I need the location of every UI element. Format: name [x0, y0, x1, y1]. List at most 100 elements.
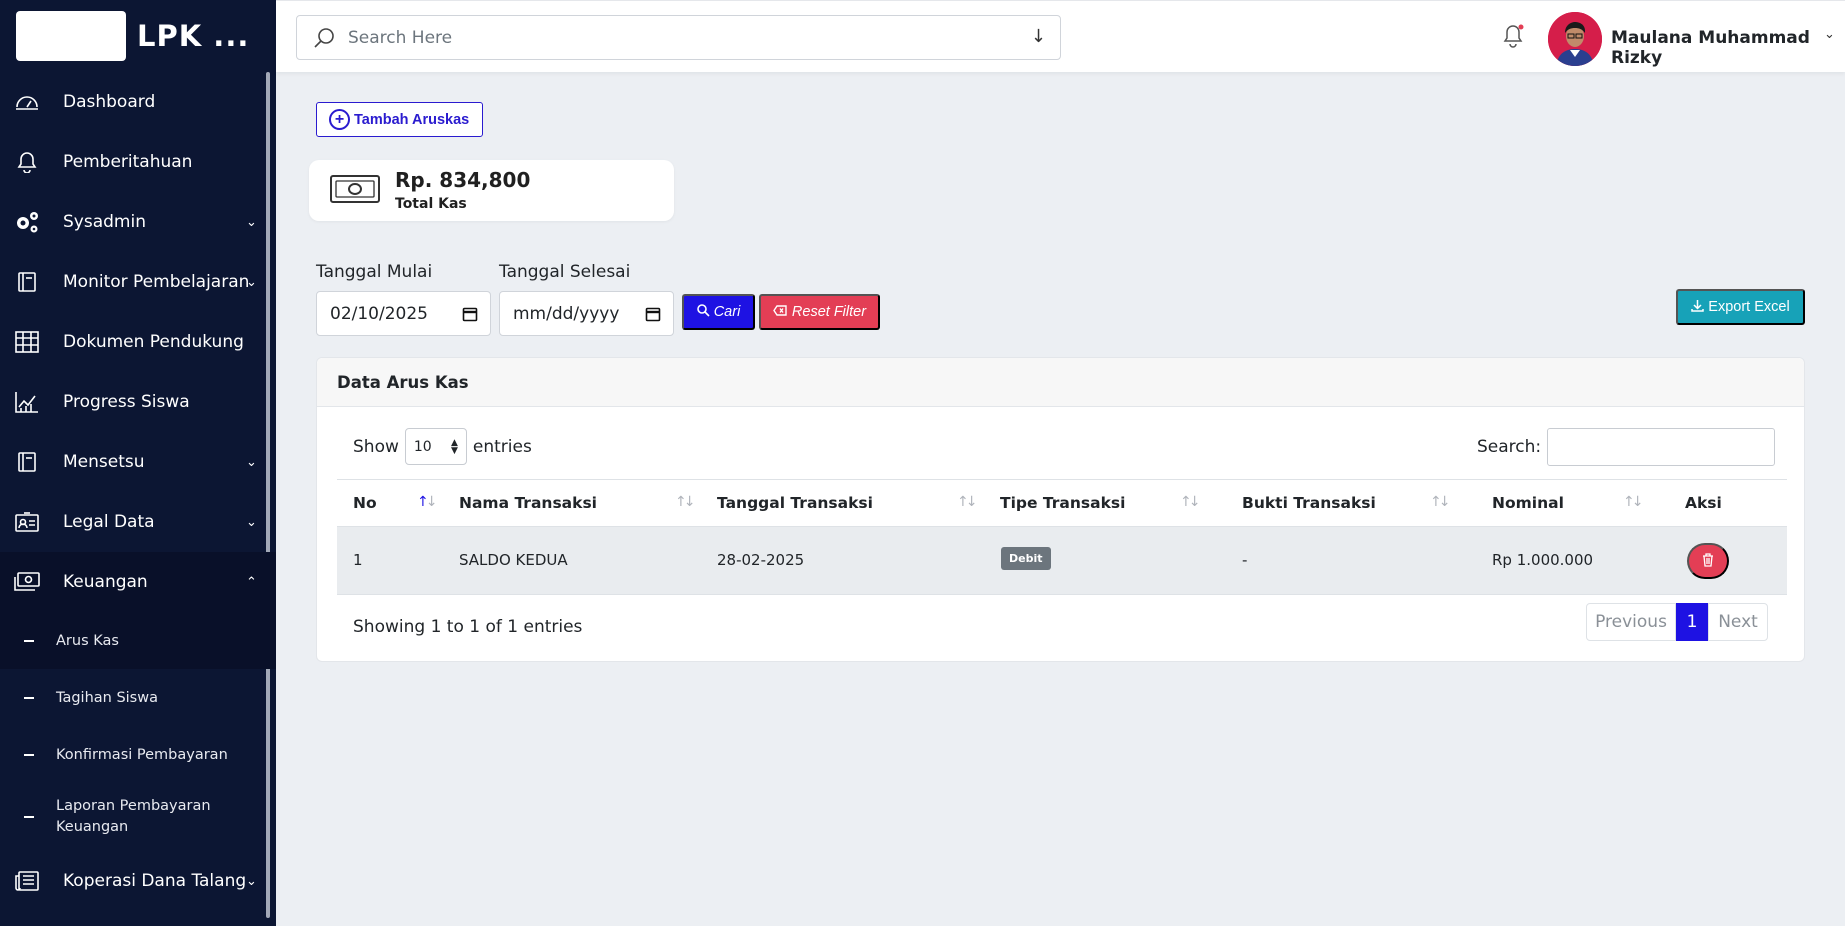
sort-icon[interactable]: ↑↓ — [675, 494, 695, 510]
sidebar-item-label: Legal Data — [63, 512, 155, 532]
export-excel-button[interactable]: Export Excel — [1676, 289, 1805, 325]
add-aruskas-button[interactable]: + Tambah Aruskas — [316, 102, 483, 137]
start-date-label: Tanggal Mulai — [316, 262, 433, 282]
avatar[interactable] — [1548, 12, 1602, 66]
tipe-transaksi-badge: Debit — [1001, 547, 1051, 570]
global-search[interactable]: Search Here ↓ — [296, 15, 1061, 60]
sidebar-subitem-label: Konfirmasi Pembayaran — [56, 746, 228, 763]
book-icon — [14, 269, 40, 295]
end-date-field[interactable]: mm/dd/yyyy — [499, 291, 674, 336]
sidebar-item-label: Dashboard — [63, 92, 156, 112]
chevron-down-icon: ⌄ — [246, 873, 257, 889]
table-info: Showing 1 to 1 of 1 entries — [353, 617, 583, 637]
chart-line-icon — [14, 389, 40, 415]
download-icon — [1691, 299, 1705, 316]
chevron-down-icon[interactable]: ⌄ — [1824, 27, 1835, 42]
keuangan-submenu: Arus Kas Tagihan Siswa Konfirmasi Pembay… — [0, 612, 276, 851]
sidebar-subitem-konfirmasi-pembayaran[interactable]: Konfirmasi Pembayaran — [0, 726, 276, 783]
search-input[interactable]: Search Here — [348, 28, 452, 48]
column-header-tipe-transaksi[interactable]: Tipe Transaksi — [1000, 494, 1125, 512]
sidebar-item-dokumen-pendukung[interactable]: Dokumen Pendukung — [0, 312, 276, 372]
sidebar-item-sysadmin[interactable]: Sysadmin ⌄ — [0, 192, 276, 252]
sidebar-item-progress-siswa[interactable]: Progress Siswa — [0, 372, 276, 432]
brand[interactable]: LPK ... — [0, 0, 276, 72]
arrow-down-icon[interactable]: ↓ — [1031, 26, 1046, 47]
start-date-field[interactable]: 02/10/2025 — [316, 291, 491, 336]
sidebar-subitem-tagihan-siswa[interactable]: Tagihan Siswa — [0, 669, 276, 726]
brand-logo — [16, 11, 126, 61]
table-icon — [14, 329, 40, 355]
entries-label: entries — [472, 436, 532, 457]
calendar-icon[interactable] — [462, 306, 478, 327]
sidebar-item-pemberitahuan[interactable]: Pemberitahuan — [0, 132, 276, 192]
sidebar-item-label: Progress Siswa — [63, 392, 190, 412]
sort-icon[interactable]: ↑↓ — [1430, 494, 1450, 510]
search-button[interactable]: Cari — [682, 294, 755, 330]
search-icon — [313, 27, 335, 53]
entries-select[interactable]: 10 ▲ ▼ — [404, 428, 467, 465]
column-header-nama-transaksi[interactable]: Nama Transaksi — [459, 494, 597, 512]
select-caret-icon: ▲ ▼ — [450, 438, 458, 456]
chevron-down-icon: ⌄ — [246, 514, 257, 530]
column-header-bukti-transaksi[interactable]: Bukti Transaksi — [1242, 494, 1376, 512]
delete-button[interactable] — [1687, 543, 1729, 579]
money-icon — [14, 569, 40, 595]
column-header-no[interactable]: No — [353, 494, 377, 512]
sidebar-item-dashboard[interactable]: Dashboard — [0, 72, 276, 132]
entries-length-control: Show 10 ▲ ▼ entries — [353, 428, 532, 465]
money-bill-icon — [329, 172, 381, 210]
book-icon — [14, 449, 40, 475]
column-header-aksi: Aksi — [1685, 494, 1722, 512]
chevron-down-icon: ⌄ — [246, 454, 257, 470]
sidebar: LPK ... Dashboard Pemberitahuan Sysadmin… — [0, 0, 276, 926]
sort-icon[interactable]: ↑↓ — [1180, 494, 1200, 510]
add-aruskas-label: Tambah Aruskas — [354, 111, 470, 128]
dash-icon — [24, 696, 34, 699]
topbar: Search Here ↓ Maulana Muhammad Rizky ⌄ — [276, 0, 1845, 72]
brand-name: LPK ... — [137, 19, 250, 53]
pagination-previous[interactable]: Previous — [1586, 603, 1676, 641]
sidebar-item-mensetsu[interactable]: Mensetsu ⌄ — [0, 432, 276, 492]
pagination-next[interactable]: Next — [1708, 603, 1768, 641]
sidebar-item-legal-data[interactable]: Legal Data ⌄ — [0, 492, 276, 552]
chevron-up-icon: ⌃ — [246, 574, 257, 590]
sidebar-nav: Dashboard Pemberitahuan Sysadmin ⌄ Monit… — [0, 72, 276, 612]
gears-icon — [14, 209, 40, 235]
dash-icon — [24, 639, 34, 642]
column-header-tanggal-transaksi[interactable]: Tanggal Transaksi — [717, 494, 873, 512]
cell-bukti-transaksi: - — [1242, 551, 1248, 569]
sort-icon[interactable]: ↑↓ — [957, 494, 977, 510]
sidebar-subitem-arus-kas[interactable]: Arus Kas — [0, 612, 276, 669]
sidebar-item-label: Pemberitahuan — [63, 152, 193, 172]
sidebar-subitem-laporan-pembayaran[interactable]: Laporan Pembayaran Keuangan — [0, 783, 276, 851]
reset-filter-button[interactable]: Reset Filter — [759, 294, 880, 330]
table-header: No ↑↓ Nama Transaksi ↑↓ Tanggal Transaks… — [337, 479, 1787, 527]
table-search-input[interactable] — [1547, 428, 1776, 466]
pagination-page-current[interactable]: 1 — [1676, 603, 1708, 641]
total-kas-label: Total Kas — [395, 196, 467, 212]
card-title: Data Arus Kas — [317, 358, 1804, 407]
user-name[interactable]: Maulana Muhammad Rizky — [1611, 28, 1845, 68]
calendar-icon[interactable] — [645, 306, 661, 327]
search-button-label: Cari — [713, 304, 741, 320]
column-header-nominal[interactable]: Nominal — [1492, 494, 1564, 512]
export-excel-label: Export Excel — [1708, 299, 1790, 315]
total-kas-card: Rp. 834,800 Total Kas — [309, 160, 674, 221]
notification-bell-icon[interactable] — [1502, 23, 1526, 53]
pagination: Previous 1 Next — [1586, 603, 1768, 641]
sidebar-item-koperasi-dana-talang[interactable]: Koperasi Dana Talang ⌄ — [0, 851, 276, 911]
trash-icon — [1702, 552, 1714, 570]
sidebar-item-keuangan[interactable]: Keuangan ⌃ — [0, 552, 276, 612]
arus-kas-table-card: Data Arus Kas Show 10 ▲ ▼ entries Search:… — [316, 357, 1805, 662]
table-search: Search: — [1477, 428, 1776, 466]
reset-filter-label: Reset Filter — [791, 304, 867, 320]
sidebar-item-monitor-pembelajaran[interactable]: Monitor Pembelajaran ⌄ — [0, 252, 276, 312]
sort-icon[interactable]: ↑↓ — [1623, 494, 1643, 510]
sidebar-item-label: Keuangan — [63, 572, 148, 592]
cell-nominal: Rp 1.000.000 — [1492, 551, 1594, 569]
eraser-icon — [773, 304, 787, 320]
sort-icon[interactable]: ↑↓ — [417, 494, 437, 510]
show-label: Show — [353, 436, 399, 457]
sidebar-item-label: Monitor Pembelajaran — [63, 272, 250, 292]
sidebar-item-label: Mensetsu — [63, 452, 145, 472]
